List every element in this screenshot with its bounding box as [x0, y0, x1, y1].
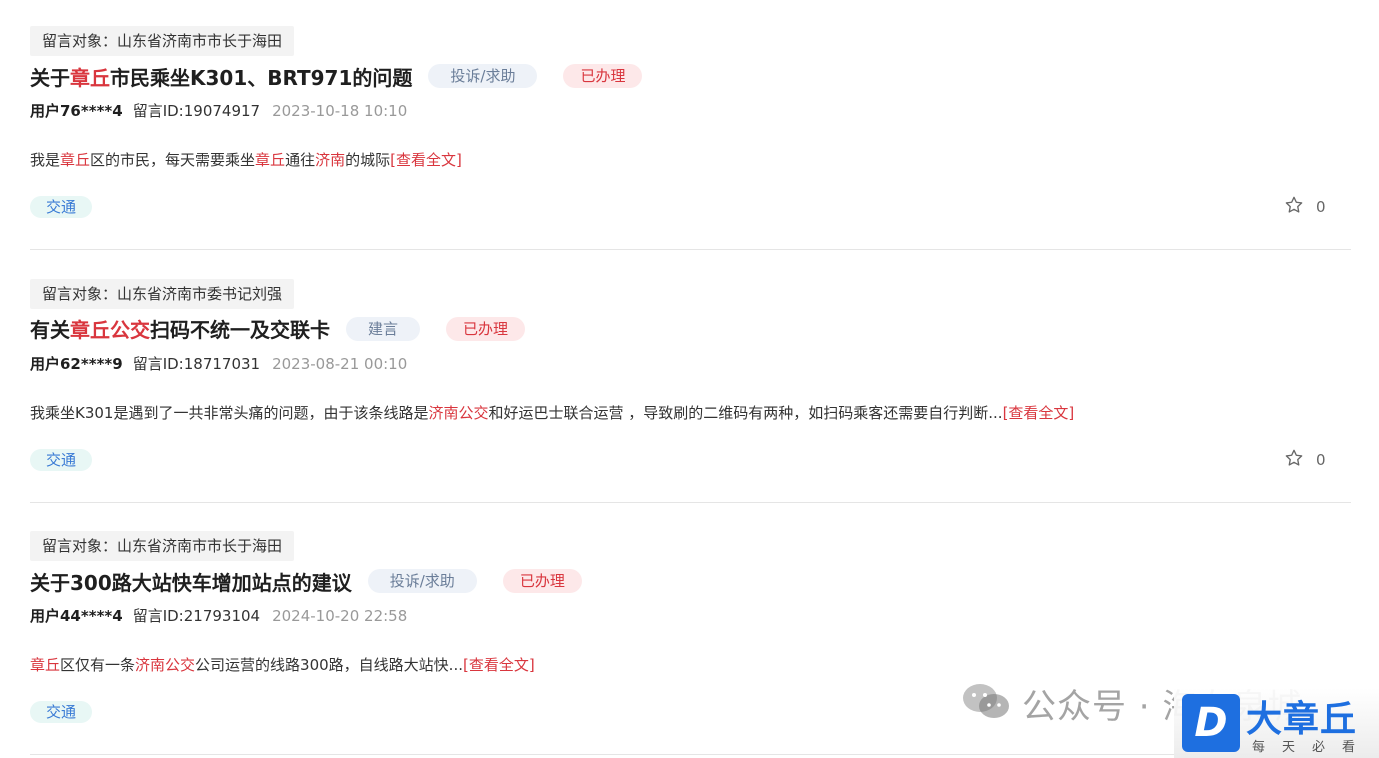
- brand-logo: D: [1182, 694, 1240, 752]
- user-name: 用户76****4: [30, 102, 123, 120]
- text-segment: 有关: [30, 318, 70, 342]
- text-segment: 关于: [30, 65, 70, 90]
- text-segment: 我乘坐K301是遇到了一共非常头痛的问题，由于该条线路是: [30, 403, 429, 422]
- star-icon: [1284, 448, 1316, 472]
- message-excerpt: 我是章丘区的市民，每天需要乘坐章丘通往济南的城际[查看全文]: [30, 148, 462, 172]
- brand-badge: D 大章丘 每天必看: [1174, 688, 1379, 758]
- message-target: 留言对象：山东省济南市市长于海田: [30, 531, 295, 561]
- text-segment: 市民乘坐K301、BRT971的问题: [110, 65, 413, 90]
- view-full-text-link[interactable]: [查看全文]: [1003, 404, 1075, 422]
- status-badge: 已办理: [502, 569, 582, 593]
- type-tag: 建言: [346, 316, 421, 341]
- category-tag[interactable]: 交通: [30, 448, 93, 471]
- text-segment: 扫码不统一及交联卡: [150, 318, 330, 342]
- message-meta: 用户76****4 留言ID:19074917 2023-10-18 10:10: [30, 100, 407, 122]
- text-segment: 和好运巴士联合运营 ，导致刷的二维码有两种，如扫码乘客还需要自行判断...: [488, 403, 1003, 422]
- user-name: 用户62****9: [30, 354, 123, 373]
- status-badge: 已办理: [563, 64, 643, 88]
- star-icon: [1284, 195, 1316, 219]
- highlight-keyword: 济南: [315, 151, 346, 169]
- message-excerpt: 我乘坐K301是遇到了一共非常头痛的问题，由于该条线路是济南公交和好运巴士联合运…: [30, 401, 1074, 425]
- text-segment: 区的市民，每天需要乘坐: [90, 151, 256, 169]
- title-row: 关于300路大站快车增加站点的建议 投诉/求助 已办理: [30, 565, 582, 597]
- title-row: 有关章丘公交扫码不统一及交联卡 建言 已办理: [30, 313, 526, 345]
- brand-slogan: 每天必看: [1252, 740, 1373, 755]
- status-badge: 已办理: [446, 316, 526, 341]
- highlight-keyword: 章丘: [30, 656, 61, 674]
- view-full-text-link[interactable]: [查看全文]: [390, 151, 462, 169]
- message-item[interactable]: 留言对象：山东省济南市市长于海田 关于章丘市民乘坐K301、BRT971的问题 投诉…: [0, 0, 1379, 252]
- highlight-keyword: 济南公交: [428, 403, 489, 422]
- text-segment: 公司运营的线路300路，自线路大站快...: [195, 656, 463, 674]
- message-excerpt: 章丘区仅有一条济南公交公司运营的线路300路，自线路大站快...[查看全文]: [30, 653, 535, 677]
- text-segment: 通往: [285, 151, 316, 169]
- message-title-link[interactable]: 关于章丘市民乘坐K301、BRT971的问题: [30, 62, 412, 91]
- message-title-link[interactable]: 关于300路大站快车增加站点的建议: [30, 567, 352, 596]
- category-tag[interactable]: 交通: [30, 701, 93, 723]
- message-id: 留言ID:18717031: [132, 354, 261, 373]
- text-segment: 关于300路大站快车增加站点的建议: [30, 570, 352, 595]
- message-item[interactable]: 留言对象：山东省济南市委书记刘强有关章丘公交扫码不统一及交联卡 建言 已办理用户62…: [0, 253, 1379, 505]
- message-target: 留言对象：山东省济南市市长于海田: [30, 26, 295, 56]
- favorite-count: 0: [1316, 450, 1326, 469]
- highlight-keyword: 章丘: [70, 65, 110, 90]
- brand-name: 大章丘: [1246, 699, 1358, 740]
- divider: [30, 754, 1351, 755]
- message-id: 留言ID:21793104: [132, 607, 261, 625]
- favorite-button[interactable]: 0: [1284, 196, 1326, 218]
- highlight-keyword: 章丘: [60, 151, 91, 169]
- user-name: 用户44****4: [30, 607, 123, 625]
- divider: [30, 501, 1351, 503]
- highlight-keyword: 济南公交: [135, 656, 196, 674]
- wechat-icon: [960, 681, 1012, 725]
- text-segment: 我是: [30, 151, 61, 169]
- post-time: 2023-10-18 10:10: [272, 102, 408, 120]
- text-segment: 的城际: [345, 151, 391, 169]
- post-time: 2024-10-20 22:58: [272, 607, 408, 625]
- highlight-keyword: 章丘: [255, 151, 286, 169]
- divider: [30, 249, 1351, 250]
- favorite-count: 0: [1316, 198, 1326, 216]
- view-full-text-link[interactable]: [查看全文]: [463, 656, 535, 674]
- message-target: 留言对象：山东省济南市委书记刘强: [30, 278, 295, 309]
- message-meta: 用户44****4 留言ID:21793104 2024-10-20 22:58: [30, 605, 407, 627]
- type-tag: 投诉/求助: [428, 64, 538, 88]
- message-id: 留言ID:19074917: [132, 102, 261, 120]
- text-segment: 区仅有一条: [60, 656, 136, 674]
- favorite-button[interactable]: 0: [1284, 449, 1326, 471]
- type-tag: 投诉/求助: [367, 569, 477, 593]
- message-meta: 用户62****9 留言ID:18717031 2023-08-21 00:10: [30, 353, 407, 375]
- post-time: 2023-08-21 00:10: [272, 354, 408, 373]
- message-title-link[interactable]: 有关章丘公交扫码不统一及交联卡: [30, 314, 330, 343]
- category-tag[interactable]: 交通: [30, 196, 93, 218]
- highlight-keyword: 章丘公交: [70, 318, 150, 342]
- title-row: 关于章丘市民乘坐K301、BRT971的问题 投诉/求助 已办理: [30, 60, 643, 92]
